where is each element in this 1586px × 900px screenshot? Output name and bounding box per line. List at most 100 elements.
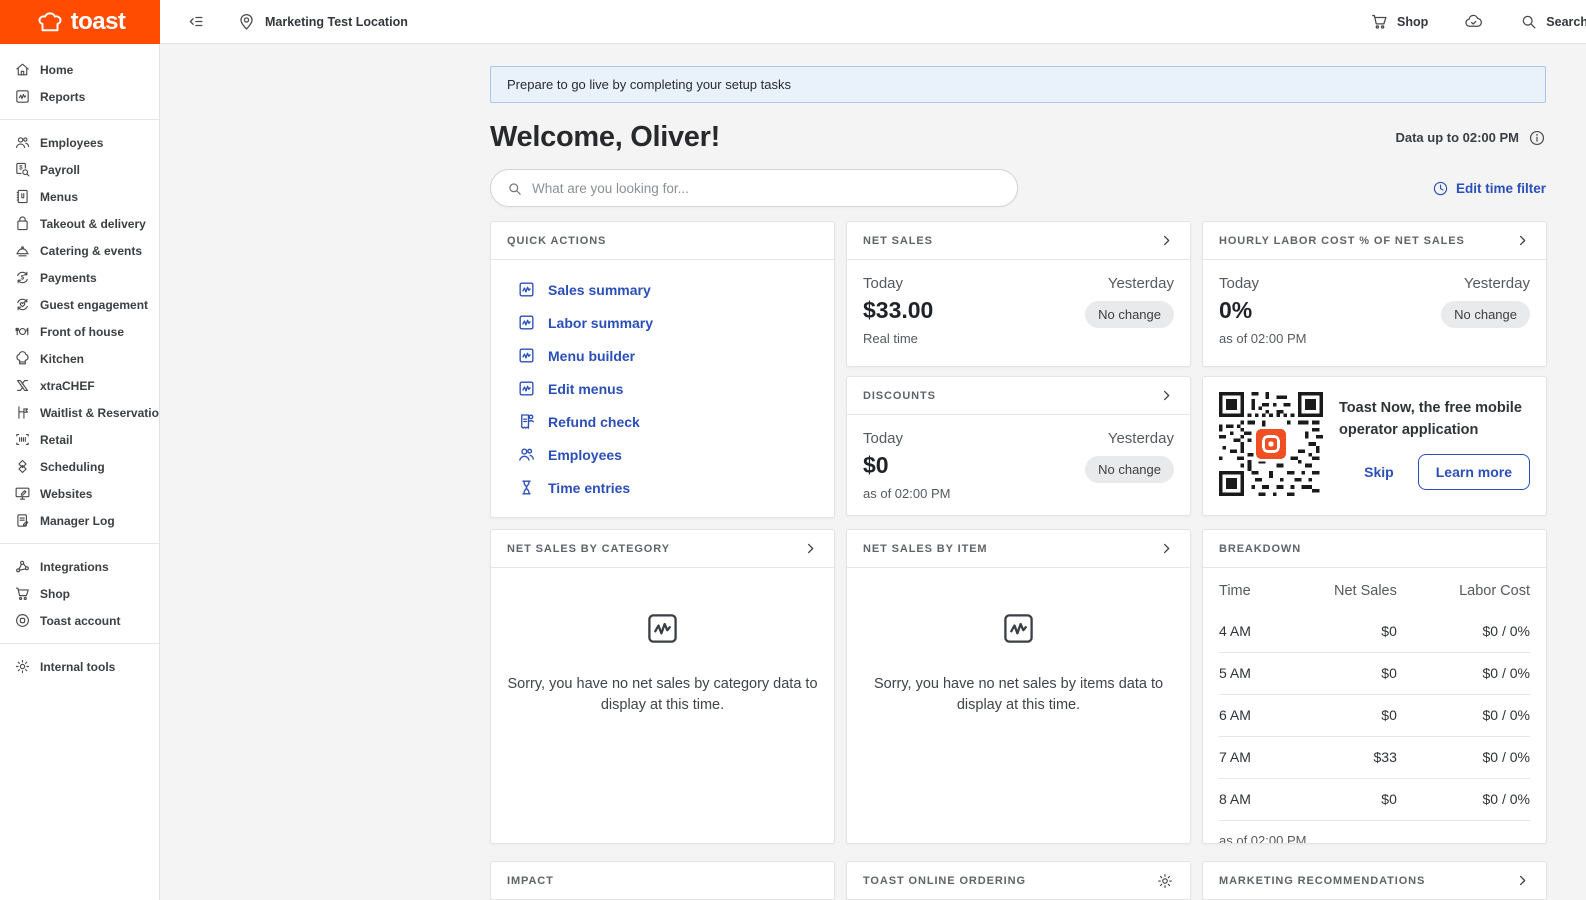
empty-message: Sorry, you have no net sales by items da… — [863, 674, 1175, 716]
dashboard-searchbox[interactable] — [490, 169, 1018, 207]
sidebar-item-manager-log[interactable]: Manager Log — [0, 507, 159, 534]
payroll-icon: $ — [14, 161, 31, 178]
impact-header: IMPACT — [491, 862, 834, 900]
chart-icon — [517, 346, 536, 365]
scheduling-icon — [14, 458, 31, 475]
net-sales-by-item-header: NET SALES BY ITEM — [847, 530, 1190, 568]
chevron-right-icon[interactable] — [1515, 233, 1530, 248]
employees-icon — [14, 134, 31, 151]
search-button[interactable]: Search — [1519, 12, 1586, 31]
quick-action-labor-summary[interactable]: Labor summary — [517, 313, 808, 332]
chevron-right-icon[interactable] — [1159, 233, 1174, 248]
net-sales-by-category-header: NET SALES BY CATEGORY — [491, 530, 834, 568]
sidebar-item-payroll[interactable]: $ Payroll — [0, 156, 159, 183]
breakdown-col-net-sales: Net Sales — [1279, 568, 1397, 611]
top-bar: toast Marketing Test Location Shop Searc… — [0, 0, 1586, 44]
skip-button[interactable]: Skip — [1364, 464, 1394, 480]
chevron-right-icon[interactable] — [1515, 873, 1530, 888]
sync-status-button[interactable] — [1464, 12, 1483, 31]
chart-placeholder-icon — [644, 610, 681, 647]
hourly-labor-body: Today 0% as of 02:00 PM Yesterday No cha… — [1203, 260, 1546, 361]
sidebar-item-websites[interactable]: Websites — [0, 480, 159, 507]
cart-icon — [1370, 12, 1389, 31]
breakdown-col-labor-cost: Labor Cost — [1397, 568, 1530, 611]
sidebar-item-home[interactable]: Home — [0, 56, 159, 83]
search-icon — [1519, 12, 1538, 31]
sidebar-item-guest-engagement[interactable]: Guest engagement — [0, 291, 159, 318]
table-row: 8 AM $0 $0 / 0% — [1219, 779, 1530, 821]
edit-time-filter-button[interactable]: Edit time filter — [1432, 180, 1546, 197]
home-icon — [14, 61, 31, 78]
chevron-right-icon[interactable] — [1159, 541, 1174, 556]
sidebar-item-xtrachef[interactable]: xtraCHEF — [0, 372, 159, 399]
location-name: Marketing Test Location — [265, 15, 408, 29]
discounts-header: DISCOUNTS — [847, 377, 1190, 415]
toast-bread-icon — [35, 7, 65, 37]
search-input[interactable] — [532, 181, 1002, 196]
quick-action-edit-menus[interactable]: Edit menus — [517, 379, 808, 398]
learn-more-button[interactable]: Learn more — [1418, 454, 1530, 490]
sidebar-item-employees[interactable]: Employees — [0, 129, 159, 156]
quick-actions-header: QUICK ACTIONS — [491, 222, 834, 260]
sidebar-item-internal-tools[interactable]: Internal tools — [0, 653, 159, 680]
xtrachef-icon — [14, 377, 31, 394]
sidebar-item-kitchen[interactable]: Kitchen — [0, 345, 159, 372]
retail-barcode-icon — [14, 431, 31, 448]
table-row: 5 AM $0 $0 / 0% — [1219, 653, 1530, 695]
chevron-right-icon[interactable] — [1159, 388, 1174, 403]
svg-text:$: $ — [21, 276, 25, 282]
hourly-labor-value: 0% — [1219, 297, 1306, 324]
sidebar-item-scheduling[interactable]: Scheduling — [0, 453, 159, 480]
sidebar-item-front-of-house[interactable]: Front of house — [0, 318, 159, 345]
sidebar-item-menus[interactable]: Menus — [0, 183, 159, 210]
setup-tasks-banner[interactable]: Prepare to go live by completing your se… — [490, 66, 1546, 103]
sidebar-item-integrations[interactable]: Integrations — [0, 553, 159, 580]
toast-now-text: Toast Now, the free mobile operator appl… — [1339, 398, 1530, 440]
kitchen-chef-hat-icon — [14, 350, 31, 367]
sidebar-item-toast-account[interactable]: Toast account — [0, 607, 159, 634]
discounts-body: Today $0 as of 02:00 PM Yesterday No cha… — [847, 415, 1190, 516]
table-row: 4 AM $0 $0 / 0% — [1219, 611, 1530, 653]
sidebar-divider — [0, 543, 159, 544]
quick-action-employees[interactable]: Employees — [517, 445, 808, 464]
shop-button[interactable]: Shop — [1370, 12, 1428, 31]
sidebar-item-retail[interactable]: Retail — [0, 426, 159, 453]
marketing-recommendations-header: MARKETING RECOMMENDATIONS — [1203, 862, 1546, 900]
toast-online-ordering-card: TOAST ONLINE ORDERING — [846, 861, 1191, 900]
search-row: Edit time filter — [490, 169, 1546, 207]
websites-icon — [14, 485, 31, 502]
chevron-right-icon[interactable] — [803, 541, 818, 556]
collapse-sidebar-icon[interactable] — [186, 12, 205, 31]
sidebar-item-takeout-delivery[interactable]: Takeout & delivery — [0, 210, 159, 237]
quick-action-time-entries[interactable]: Time entries — [517, 478, 808, 497]
quick-action-menu-builder[interactable]: Menu builder — [517, 346, 808, 365]
quick-action-refund-check[interactable]: Refund check — [517, 412, 808, 431]
top-bar-content: Marketing Test Location Shop Search — [160, 0, 1586, 44]
internal-tools-gear-icon — [14, 658, 31, 675]
sidebar-item-shop[interactable]: Shop — [0, 580, 159, 607]
info-icon[interactable] — [1528, 129, 1546, 147]
sidebar-item-payments[interactable]: $ Payments — [0, 264, 159, 291]
net-sales-change-badge: No change — [1085, 301, 1174, 328]
cards-row-2: NET SALES BY CATEGORY Sorry, you have no… — [490, 529, 1546, 844]
sidebar-item-waitlist-reservations[interactable]: Waitlist & Reservations — [0, 399, 159, 426]
map-pin-icon — [237, 12, 256, 31]
empty-state: Sorry, you have no net sales by items da… — [847, 568, 1190, 716]
sidebar-item-catering-events[interactable]: Catering & events — [0, 237, 159, 264]
menus-icon — [14, 188, 31, 205]
discounts-value: $0 — [863, 452, 950, 479]
quick-action-sales-summary[interactable]: Sales summary — [517, 280, 808, 299]
quick-actions-card: QUICK ACTIONS Sales summary Labor summar… — [490, 221, 835, 518]
net-sales-card: NET SALES Today $33.00 Real time Yesterd… — [846, 221, 1191, 367]
sidebar-divider — [0, 643, 159, 644]
net-sales-by-item-card: NET SALES BY ITEM Sorry, you have no net… — [846, 529, 1191, 844]
sidebar-item-reports[interactable]: Reports — [0, 83, 159, 110]
refund-check-icon — [517, 412, 536, 431]
quick-actions-list: Sales summary Labor summary Menu builder — [491, 260, 834, 518]
net-sales-value: $33.00 — [863, 297, 933, 324]
net-sales-header: NET SALES — [847, 222, 1190, 260]
location-selector[interactable]: Marketing Test Location — [237, 12, 408, 31]
hourly-labor-card: HOURLY LABOR COST % OF NET SALES Today 0… — [1202, 221, 1547, 367]
gear-icon[interactable] — [1156, 872, 1174, 890]
toast-logo[interactable]: toast — [0, 0, 160, 44]
